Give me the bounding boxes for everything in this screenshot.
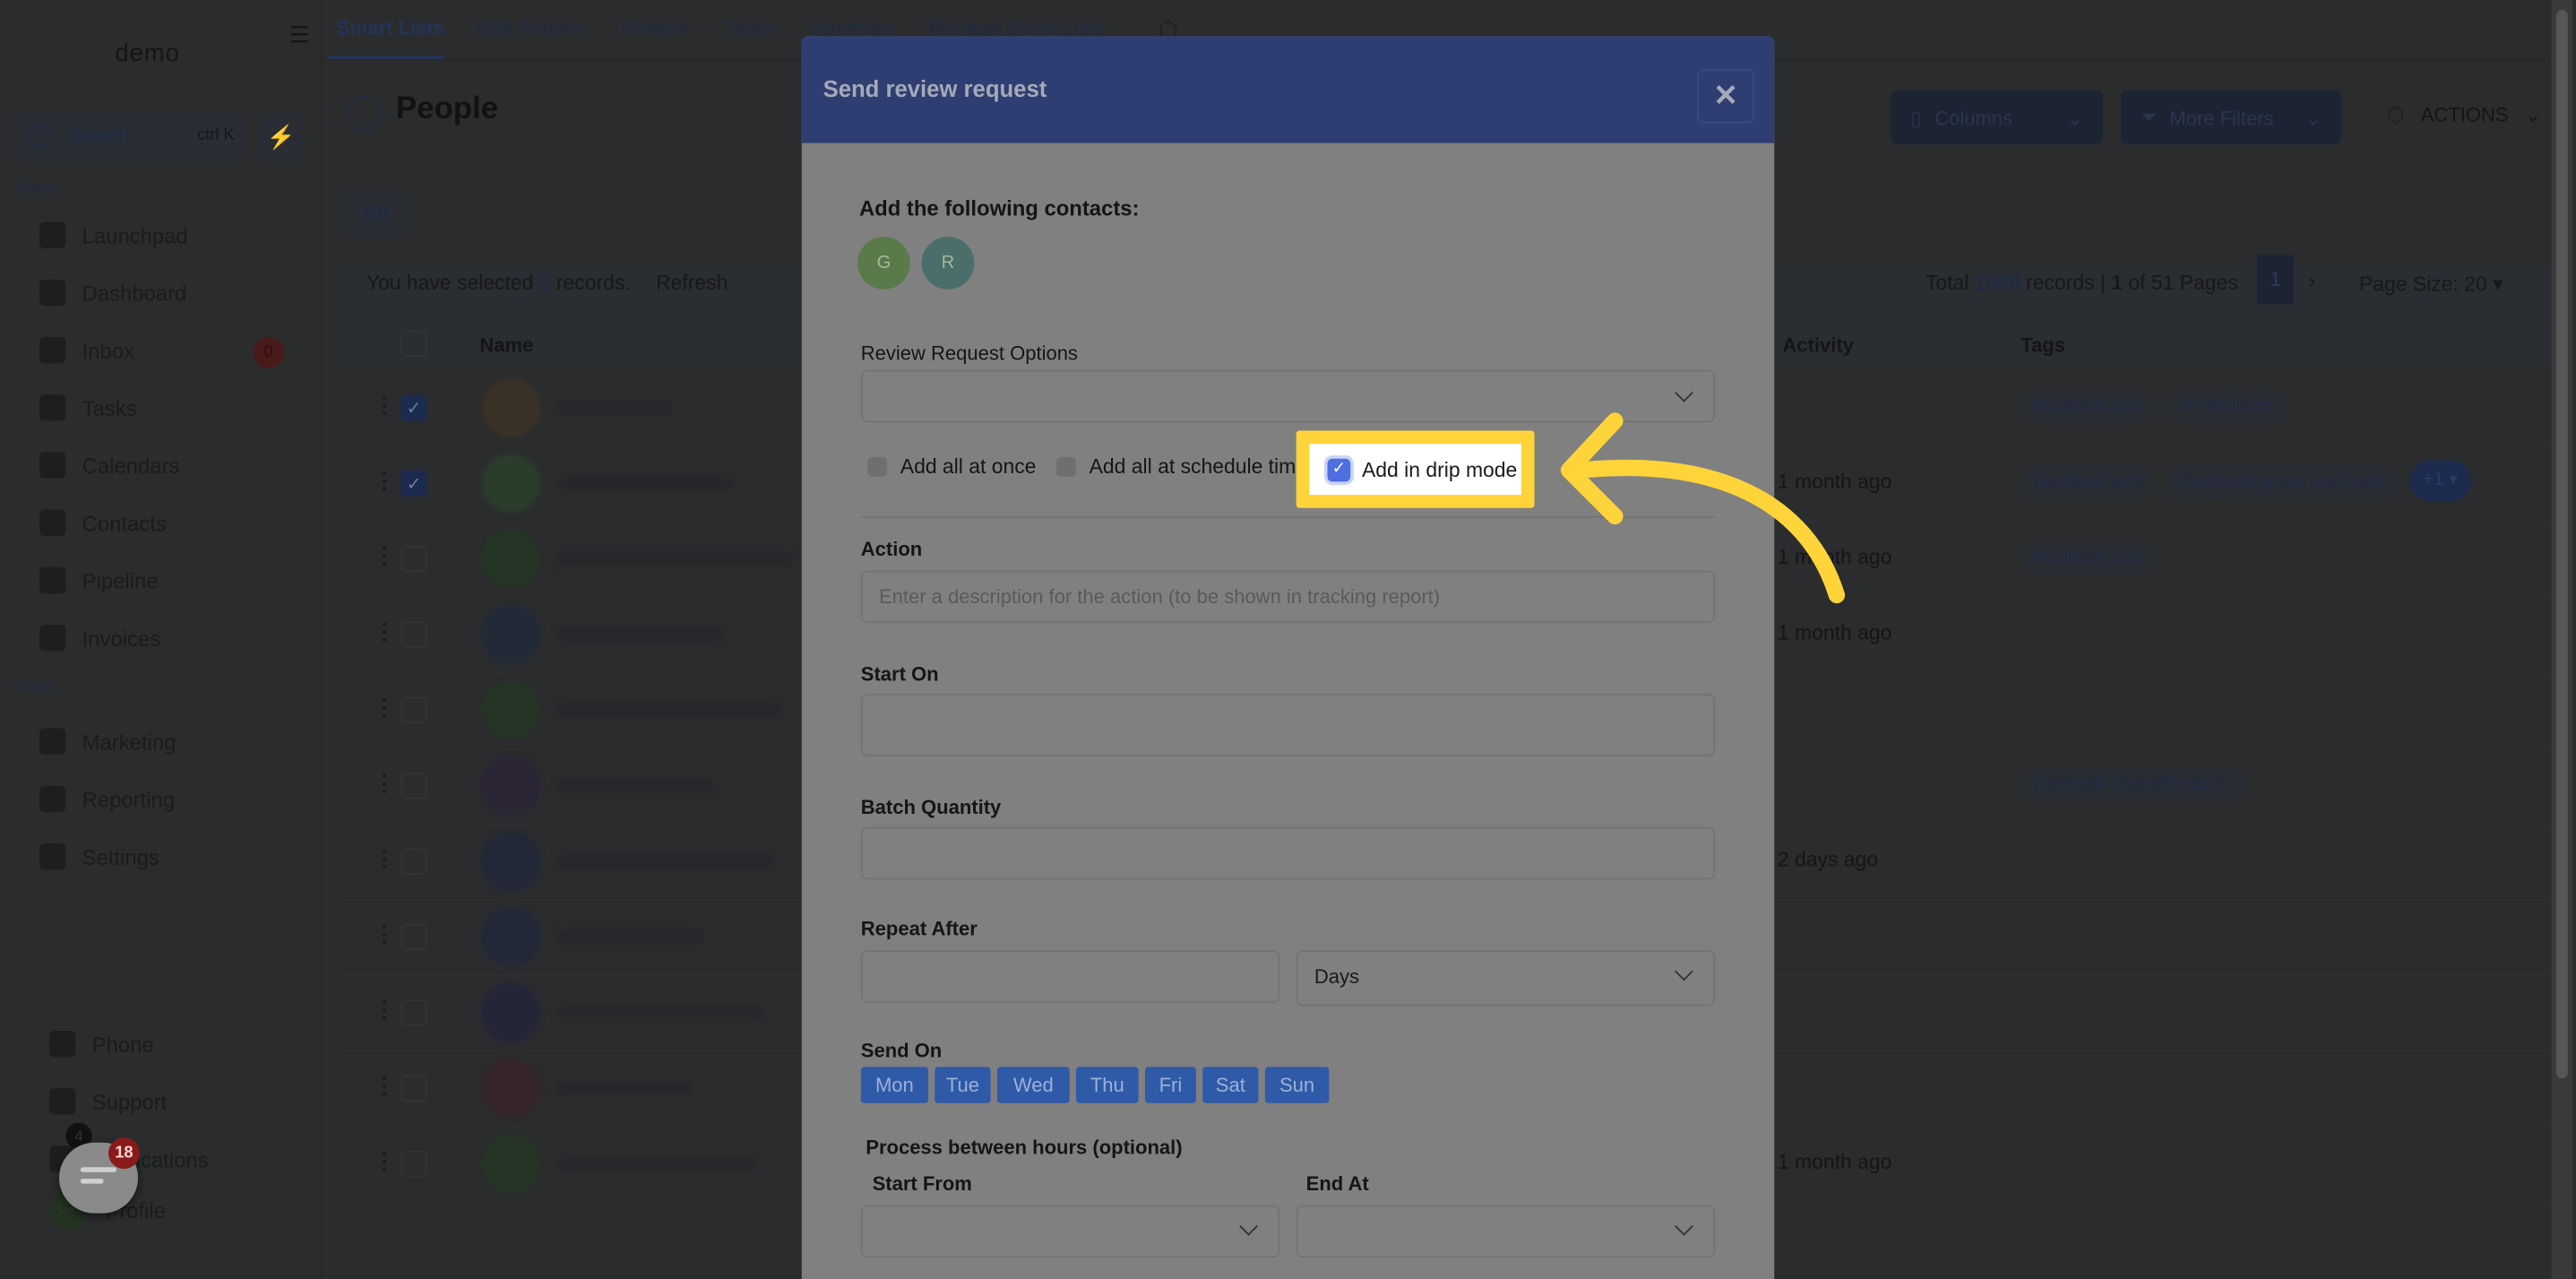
annotation-arrow-icon bbox=[1560, 412, 1846, 604]
screen: demo Search ctrl K ⚡ Apps Launchpad Dashb… bbox=[0, 0, 2576, 1279]
